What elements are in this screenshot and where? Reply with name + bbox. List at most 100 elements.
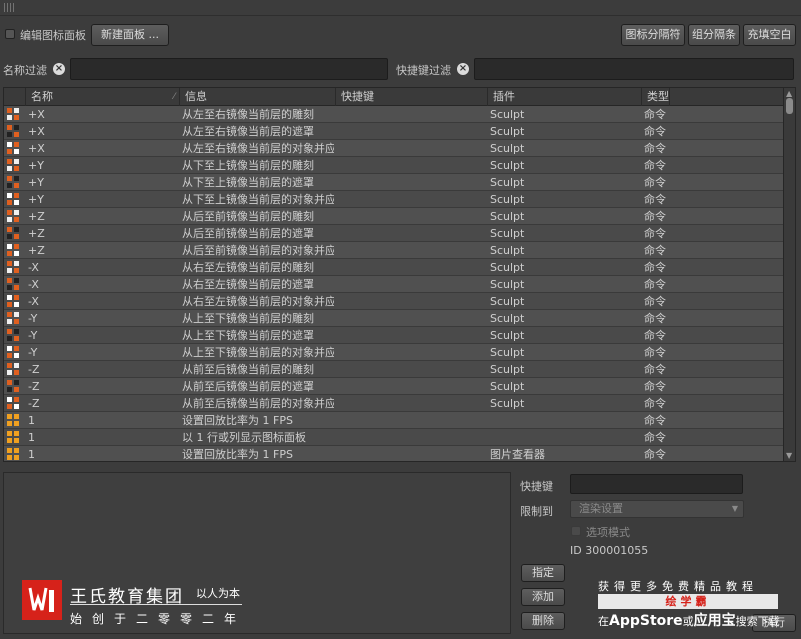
option-mode-checkbox[interactable] [571, 526, 581, 536]
one-column-icon [4, 429, 26, 446]
panel-grip-handle[interactable] [4, 3, 16, 12]
row-type: 命令 [644, 176, 666, 189]
row-plugin: Sculpt [490, 397, 525, 410]
column-header-type[interactable]: 类型 [642, 88, 670, 106]
clear-name-filter-icon[interactable]: × [53, 63, 65, 75]
add-button[interactable]: 添加 [521, 588, 565, 606]
row-type: 命令 [644, 346, 666, 359]
row-plugin: Sculpt [490, 329, 525, 342]
table-row[interactable]: +Z 从后至前镜像当前层的遮罩 Sculpt 命令 [4, 225, 784, 242]
row-type: 命令 [644, 414, 666, 427]
row-plugin: Sculpt [490, 278, 525, 291]
table-row[interactable]: +Y 从下至上镜像当前层的遮罩 Sculpt 命令 [4, 174, 784, 191]
clear-shortcut-filter-icon[interactable]: × [457, 63, 469, 75]
brand-logo [22, 580, 62, 620]
table-row[interactable]: 1 设置回放比率为 1 FPS 图片查看器 命令 [4, 446, 784, 461]
table-row[interactable]: +X 从左至右镜像当前层的对象并应 Sculpt 命令 [4, 140, 784, 157]
row-plugin: Sculpt [490, 142, 525, 155]
column-header-shortcut[interactable]: 快捷键 [336, 88, 488, 106]
row-name: -X [28, 261, 39, 274]
table-row[interactable]: -X 从右至左镜像当前层的对象并应 Sculpt 命令 [4, 293, 784, 310]
table-row[interactable]: -Y 从上至下镜像当前层的雕刻 Sculpt 命令 [4, 310, 784, 327]
row-info: 从上至下镜像当前层的雕刻 [182, 312, 314, 325]
row-info: 从右至左镜像当前层的遮罩 [182, 278, 314, 291]
row-plugin [490, 412, 638, 429]
row-type: 命令 [644, 227, 666, 240]
scroll-down-icon[interactable]: ▼ [786, 451, 792, 460]
row-type: 命令 [644, 431, 666, 444]
column-header-name[interactable]: 名称 ⁄ [26, 88, 180, 106]
scroll-up-icon[interactable]: ▲ [786, 89, 792, 98]
table-row[interactable]: 1 设置回放比率为 1 FPS 命令 [4, 412, 784, 429]
row-info: 从前至后镜像当前层的遮罩 [182, 380, 314, 393]
divider [0, 15, 801, 16]
row-name: -X [28, 295, 39, 308]
option-mode-label: 选项模式 [586, 526, 630, 539]
column-header-info[interactable]: 信息 [180, 88, 336, 106]
icon-separator-button[interactable]: 图标分隔符 [621, 24, 685, 46]
row-info: 设置回放比率为 1 FPS [182, 448, 293, 461]
edit-panel-checkbox[interactable] [5, 29, 15, 39]
table-row[interactable]: +Y 从下至上镜像当前层的雕刻 Sculpt 命令 [4, 157, 784, 174]
shortcut-input[interactable] [570, 474, 743, 494]
mirror-y-sculpt-icon [4, 157, 26, 174]
column-header-plugin[interactable]: 插件 [488, 88, 642, 106]
mirror-y-mask-icon [4, 327, 26, 344]
column-header-icon[interactable] [4, 88, 26, 106]
mirror-z-mask-icon [4, 225, 26, 242]
table-row[interactable]: -Z 从前至后镜像当前层的遮罩 Sculpt 命令 [4, 378, 784, 395]
table-row[interactable]: -Y 从上至下镜像当前层的遮罩 Sculpt 命令 [4, 327, 784, 344]
row-plugin: Sculpt [490, 125, 525, 138]
row-info: 从后至前镜像当前层的遮罩 [182, 227, 314, 240]
row-plugin [490, 429, 638, 446]
table-row[interactable]: +X 从左至右镜像当前层的遮罩 Sculpt 命令 [4, 123, 784, 140]
row-info: 从下至上镜像当前层的遮罩 [182, 176, 314, 189]
mirror-x-object-icon [4, 293, 26, 310]
row-plugin: Sculpt [490, 108, 525, 121]
row-name: +X [28, 142, 45, 155]
row-plugin: Sculpt [490, 210, 525, 223]
mirror-x-object-icon [4, 140, 26, 157]
row-plugin: Sculpt [490, 159, 525, 172]
brand-slogan: 以人为本 [196, 587, 240, 600]
row-name: +Z [28, 227, 45, 240]
restrict-select[interactable]: 渲染设置 ▼ [570, 500, 744, 518]
scroll-thumb[interactable] [786, 98, 793, 114]
row-plugin: Sculpt [490, 295, 525, 308]
row-type: 命令 [644, 329, 666, 342]
command-id: ID 300001055 [570, 544, 649, 557]
name-filter-input[interactable] [70, 58, 388, 80]
row-type: 命令 [644, 295, 666, 308]
new-panel-button[interactable]: 新建面板 ... [91, 24, 169, 46]
row-name: 1 [28, 431, 35, 444]
table-scrollbar[interactable]: ▲ ▼ [783, 88, 795, 461]
row-plugin: Sculpt [490, 227, 525, 240]
shortcut-filter-input[interactable] [474, 58, 794, 80]
row-type: 命令 [644, 193, 666, 206]
delete-button[interactable]: 删除 [521, 612, 565, 630]
row-plugin: Sculpt [490, 346, 525, 359]
table-row[interactable]: -Y 从上至下镜像当前层的对象并应 Sculpt 命令 [4, 344, 784, 361]
row-info: 从左至右镜像当前层的雕刻 [182, 108, 314, 121]
table-row[interactable]: -X 从右至左镜像当前层的雕刻 Sculpt 命令 [4, 259, 784, 276]
mirror-x-sculpt-icon [4, 259, 26, 276]
table-row[interactable]: +X 从左至右镜像当前层的雕刻 Sculpt 命令 [4, 106, 784, 123]
row-plugin: Sculpt [490, 193, 525, 206]
table-row[interactable]: +Z 从后至前镜像当前层的对象并应 Sculpt 命令 [4, 242, 784, 259]
row-info: 从后至前镜像当前层的雕刻 [182, 210, 314, 223]
table-row[interactable]: -Z 从前至后镜像当前层的雕刻 Sculpt 命令 [4, 361, 784, 378]
mirror-y-object-icon [4, 344, 26, 361]
table-row[interactable]: -Z 从前至后镜像当前层的对象并应 Sculpt 命令 [4, 395, 784, 412]
row-info: 从前至后镜像当前层的对象并应 [182, 397, 334, 410]
group-separator-button[interactable]: 组分隔条 [688, 24, 740, 46]
table-row[interactable]: +Y 从下至上镜像当前层的对象并应 Sculpt 命令 [4, 191, 784, 208]
row-name: +Z [28, 244, 45, 257]
row-info: 从右至左镜像当前层的雕刻 [182, 261, 314, 274]
assign-button[interactable]: 指定 [521, 564, 565, 582]
table-row[interactable]: -X 从右至左镜像当前层的遮罩 Sculpt 命令 [4, 276, 784, 293]
mirror-x-sculpt-icon [4, 106, 26, 123]
fill-blank-button[interactable]: 充填空白 [743, 24, 796, 46]
edit-panel-label: 编辑图标面板 [20, 29, 86, 42]
table-row[interactable]: +Z 从后至前镜像当前层的雕刻 Sculpt 命令 [4, 208, 784, 225]
table-row[interactable]: 1 以 1 行或列显示图标面板 命令 [4, 429, 784, 446]
